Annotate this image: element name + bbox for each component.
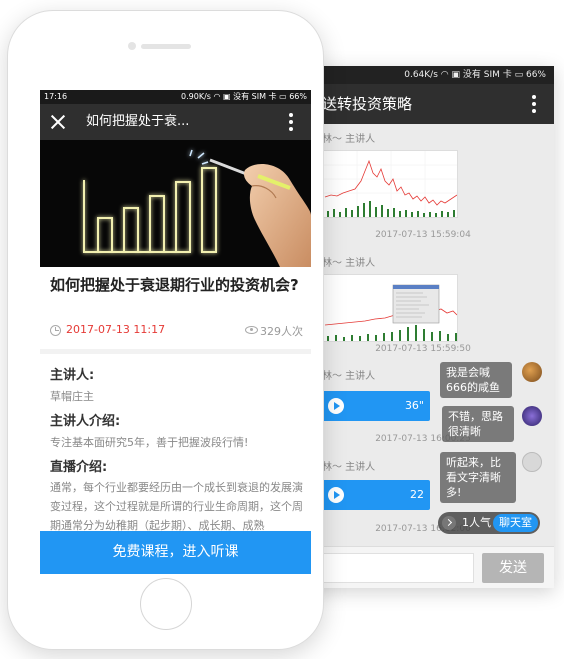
danmaku-bubble: 听起来，比看文字清晰多!: [440, 452, 516, 503]
stock-chart-thumbnail: [323, 151, 457, 217]
online-count: 1人气: [462, 516, 491, 529]
stock-chart-thumbnail: [323, 275, 457, 341]
message-time: 2017-07-13 16:00:25: [375, 434, 471, 444]
phone-frame: 17:16 0.90K/s ◠ ▣ 没有 SIM 卡 ▭ 66% 如何把握处于衰…: [7, 10, 324, 650]
send-button[interactable]: 发送: [482, 553, 544, 583]
danmaku-bubble: 我是会喊666的咸鱼: [440, 362, 512, 398]
avatar[interactable]: [522, 406, 542, 426]
chat-screen: 0.64K/s ◠ ▣ 没有 SIM 卡 ▭ 66% 送转投资策略 林～ 主讲人…: [292, 66, 554, 588]
sim-icon: ▣: [223, 92, 234, 101]
message-time: 2017-07-13 15:59:50: [375, 344, 471, 354]
voice-duration: 36": [404, 399, 424, 412]
article-date: 2017-07-13 11:17: [66, 323, 166, 336]
live-intro-text: 通常，每个行业都要经历由一个成长到衰退的发展演变过程，这个过程就是所谓的行业生命…: [50, 481, 303, 532]
status-time: 17:16: [44, 92, 68, 101]
speaker-name: 草帽庄主: [50, 390, 94, 403]
chatroom-button[interactable]: 聊天室: [493, 514, 538, 532]
battery-level: 66%: [289, 92, 307, 101]
clock-icon: [50, 325, 61, 336]
chevron-left-icon[interactable]: [442, 516, 456, 530]
chart-image[interactable]: [322, 274, 458, 342]
course-detail-screen: 17:16 0.90K/s ◠ ▣ 没有 SIM 卡 ▭ 66% 如何把握处于衰…: [40, 90, 311, 574]
eye-icon: [245, 326, 258, 334]
page-title: 如何把握处于衰...: [86, 114, 190, 129]
voice-message[interactable]: 22: [322, 480, 430, 510]
sender-name: 林～ 主讲人: [322, 258, 376, 269]
speaker-grille: [141, 44, 191, 49]
view-count: 329人次: [260, 325, 303, 338]
wifi-icon: ◠: [213, 92, 224, 101]
message-input-bar: 发送: [292, 546, 554, 588]
speaker-intro: 专注基本面研究5年，善于把握波段行情!: [50, 436, 249, 449]
avatar[interactable]: [522, 362, 542, 382]
sim-icon: ▣: [451, 70, 463, 80]
growth-chart-illustration: [40, 140, 311, 267]
sender-name: 林～ 主讲人: [322, 371, 376, 382]
chart-image[interactable]: [322, 150, 458, 218]
more-vertical-icon[interactable]: [524, 92, 544, 116]
avatar[interactable]: [522, 452, 542, 472]
status-bar: 17:16 0.90K/s ◠ ▣ 没有 SIM 卡 ▭ 66%: [40, 90, 311, 104]
sender-name: 林～ 主讲人: [322, 462, 376, 473]
status-bar: 0.64K/s ◠ ▣ 没有 SIM 卡 ▭ 66%: [292, 66, 554, 84]
network-speed: 0.64K/s: [404, 70, 438, 80]
voice-duration: 22: [410, 488, 424, 501]
sender-name: 林～ 主讲人: [322, 134, 376, 145]
network-status: 没有 SIM 卡: [233, 92, 277, 101]
network-status: 没有 SIM 卡: [462, 70, 512, 80]
voice-message[interactable]: 36": [322, 391, 430, 421]
speaker-label: 主讲人:: [50, 368, 95, 383]
message-time: 2017-07-13 15:59:04: [375, 230, 471, 240]
enter-course-button[interactable]: 免费课程，进入听课: [40, 531, 311, 574]
home-button[interactable]: [140, 578, 192, 630]
title-bar: 送转投资策略: [292, 84, 554, 124]
article-title: 如何把握处于衰退期行业的投资机会?: [50, 276, 299, 294]
cover-image: [40, 140, 311, 267]
danmaku-bubble: 不错，思路很清晰: [442, 406, 514, 442]
more-vertical-icon[interactable]: [281, 110, 301, 134]
article-header: 如何把握处于衰退期行业的投资机会? 2017-07-13 11:17 329人次: [40, 267, 311, 349]
camera-icon: [128, 42, 136, 50]
wifi-icon: ◠: [440, 70, 452, 80]
speaker-intro-label: 主讲人介绍:: [50, 414, 121, 429]
live-intro-label: 直播介绍:: [50, 460, 108, 475]
play-icon[interactable]: [328, 398, 344, 414]
page-title: 送转投资策略: [322, 95, 413, 113]
network-speed: 0.90K/s: [181, 92, 211, 101]
online-indicator[interactable]: 1人气 聊天室: [438, 512, 540, 534]
title-bar: 如何把握处于衰...: [40, 104, 311, 140]
battery-icon: ▭: [514, 70, 526, 80]
close-icon[interactable]: [48, 112, 68, 132]
play-icon[interactable]: [328, 487, 344, 503]
battery-level: 66%: [525, 70, 546, 80]
battery-icon: ▭: [279, 92, 290, 101]
